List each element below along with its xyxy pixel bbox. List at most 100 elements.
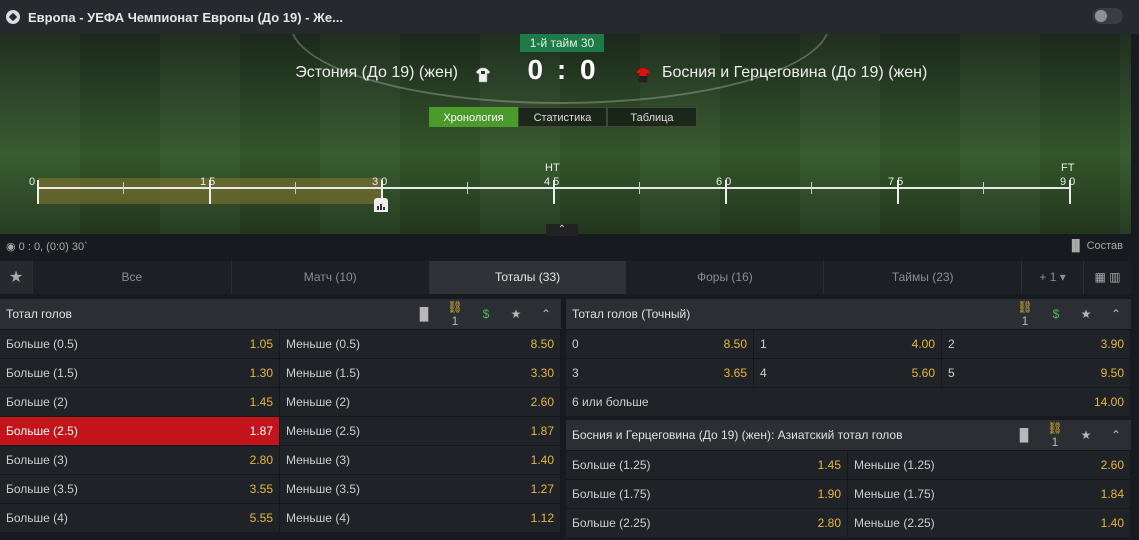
odds-row: Больше (2.5) 1.87 Меньше (2.5) 1.87 — [0, 416, 561, 445]
grid-icon: ▦ ▥ — [1094, 270, 1121, 284]
fulltime-label: FT — [1061, 162, 1075, 174]
odds-button[interactable]: Больше (0.5) 1.05 — [0, 330, 280, 358]
toggle-knob — [1095, 10, 1107, 22]
odds-button[interactable]: Меньше (2.5) 1.87 — [280, 417, 561, 445]
odds-button[interactable]: Меньше (3.5) 1.27 — [280, 475, 561, 503]
cashout-icon[interactable]: $ — [471, 307, 501, 321]
odds-button[interactable]: Меньше (4) 1.12 — [280, 504, 561, 532]
odds-button[interactable]: Меньше (1.75) 1.84 — [848, 480, 1131, 508]
odds-button[interactable]: Меньше (0.5) 8.50 — [280, 330, 561, 358]
layout-switch[interactable]: ▦ ▥ — [1083, 261, 1131, 294]
odds-button[interactable]: Меньше (1.5) 3.30 — [280, 359, 561, 387]
tick-0 — [37, 180, 39, 204]
odds-button[interactable]: 1 4.00 — [754, 330, 942, 358]
link-icon[interactable]: ⛓1 — [439, 300, 471, 328]
odds-row: Больше (3.5) 3.55 Меньше (3.5) 1.27 — [0, 474, 561, 503]
favorite-star-icon[interactable]: ★ — [1071, 428, 1101, 442]
odds-button[interactable]: Больше (3) 2.80 — [0, 446, 280, 474]
odds-value: 14.00 — [1093, 395, 1124, 409]
odds-button[interactable]: Больше (1.5) 1.30 — [0, 359, 280, 387]
odds-button[interactable]: Меньше (3) 1.40 — [280, 446, 561, 474]
tab-match[interactable]: Матч (10) — [230, 261, 429, 294]
tick — [639, 182, 640, 194]
odds-value: 1.27 — [530, 482, 554, 496]
outcome-label: 5 — [948, 366, 955, 380]
panel-title: Тотал голов — [6, 307, 72, 321]
favorites-star-icon[interactable]: ★ — [0, 261, 32, 294]
odds-button[interactable]: Больше (2) 1.45 — [0, 388, 280, 416]
panel-actions: ▐▌ ⛓1 $ ★ ⌃ — [409, 299, 561, 329]
odds-row: Больше (2.25) 2.80 Меньше (2.25) 1.40 — [566, 508, 1131, 537]
odds-button[interactable]: Больше (1.75) 1.90 — [566, 480, 848, 508]
info-bar: ◉ 0 : 0, (0:0) 30` ▐▌ Состав — [0, 236, 1131, 256]
cashout-icon[interactable]: $ — [1041, 307, 1071, 321]
lineup-label: Состав — [1086, 240, 1123, 252]
odds-button[interactable]: 4 5.60 — [754, 359, 942, 387]
link-icon[interactable]: ⛓1 — [1039, 421, 1071, 449]
outcome-label: Больше (1.5) — [6, 366, 78, 380]
tab-more[interactable]: + 1 ▾ — [1021, 261, 1083, 294]
odds-value: 1.40 — [1100, 516, 1124, 530]
lineup-link[interactable]: ▐▌ Состав — [1068, 240, 1123, 252]
odds-value: 4.00 — [911, 337, 935, 351]
odds-value: 3.90 — [1100, 337, 1124, 351]
live-toggle[interactable] — [1093, 8, 1123, 24]
odds-row: Больше (4) 5.55 Меньше (4) 1.12 — [0, 503, 561, 532]
odds-button[interactable]: 6 или больше 14.00 — [566, 388, 1131, 416]
odds-button[interactable]: 5 9.50 — [942, 359, 1131, 387]
tab-halves[interactable]: Таймы (23) — [823, 261, 1021, 294]
odds-button[interactable]: 2 3.90 — [942, 330, 1131, 358]
odds-value: 1.45 — [249, 395, 273, 409]
tick — [123, 182, 124, 194]
odds-row: 6 или больше 14.00 — [566, 387, 1131, 416]
odds-value: 3.30 — [530, 366, 554, 380]
halftime-label: HT — [545, 162, 560, 174]
odds-button[interactable]: 3 3.65 — [566, 359, 754, 387]
match-field: 1-й тайм 30 Эстония (До 19) (жен) 0 : 0 … — [0, 34, 1131, 234]
history-icon: ◉ — [6, 241, 19, 253]
odds-value: 2.80 — [249, 453, 273, 467]
tab-table[interactable]: Таблица — [607, 107, 697, 127]
home-shirt-icon — [475, 67, 491, 83]
odds-button[interactable]: Меньше (1.25) 2.60 — [848, 451, 1131, 479]
tab-totals[interactable]: Тоталы (33) — [428, 261, 626, 294]
odds-button[interactable]: Больше (1.25) 1.45 — [566, 451, 848, 479]
stats-icon[interactable]: ▐▌ — [409, 307, 439, 321]
odds-button[interactable]: Больше (2.25) 2.80 — [566, 509, 848, 537]
collapse-chevron-icon[interactable]: ⌃ — [546, 224, 578, 236]
favorite-star-icon[interactable]: ★ — [1071, 307, 1101, 321]
odds-value: 1.05 — [249, 337, 273, 351]
odds-value: 9.50 — [1100, 366, 1124, 380]
asian-total-rows: Больше (1.25) 1.45 Меньше (1.25) 2.60 Больше… — [566, 450, 1131, 537]
odds-row: Больше (3) 2.80 Меньше (3) 1.40 — [0, 445, 561, 474]
favorite-star-icon[interactable]: ★ — [501, 307, 531, 321]
outcome-label: Меньше (2.25) — [854, 516, 935, 530]
odds-button[interactable]: Меньше (2.25) 1.40 — [848, 509, 1131, 537]
collapse-chevron-icon[interactable]: ⌃ — [531, 307, 561, 321]
outcome-label: Больше (3.5) — [6, 482, 78, 496]
stats-icon[interactable]: ▐▌ — [1009, 428, 1039, 442]
odds-button[interactable]: Больше (2.5) 1.87 — [0, 417, 280, 445]
outcome-label: 1 — [760, 337, 767, 351]
tab-handicaps[interactable]: Форы (16) — [625, 261, 823, 294]
odds-value: 5.55 — [249, 511, 273, 525]
link-icon[interactable]: ⛓1 — [1009, 300, 1041, 328]
tab-statistics[interactable]: Статистика — [518, 107, 607, 127]
timeline-label: 0 — [29, 176, 36, 188]
tab-all[interactable]: Все — [31, 261, 231, 294]
odds-button[interactable]: 0 8.50 — [566, 330, 754, 358]
outcome-label: 2 — [948, 337, 955, 351]
link-count: 1 — [451, 314, 459, 328]
odds-row: Больше (0.5) 1.05 Меньше (0.5) 8.50 — [0, 329, 561, 358]
match-timer: 1-й тайм 30 — [520, 34, 604, 52]
total-goals-rows: Больше (0.5) 1.05 Меньше (0.5) 8.50 Больше (… — [0, 329, 561, 532]
collapse-chevron-icon[interactable]: ⌃ — [1101, 428, 1131, 442]
odds-button[interactable]: Больше (4) 5.55 — [0, 504, 280, 532]
outcome-label: Больше (1.25) — [572, 458, 651, 472]
tab-chronology[interactable]: Хронология — [429, 107, 518, 127]
odds-value: 8.50 — [530, 337, 554, 351]
collapse-chevron-icon[interactable]: ⌃ — [1101, 307, 1131, 321]
odds-button[interactable]: Меньше (2) 2.60 — [280, 388, 561, 416]
odds-button[interactable]: Больше (3.5) 3.55 — [0, 475, 280, 503]
odds-value: 1.87 — [530, 424, 554, 438]
